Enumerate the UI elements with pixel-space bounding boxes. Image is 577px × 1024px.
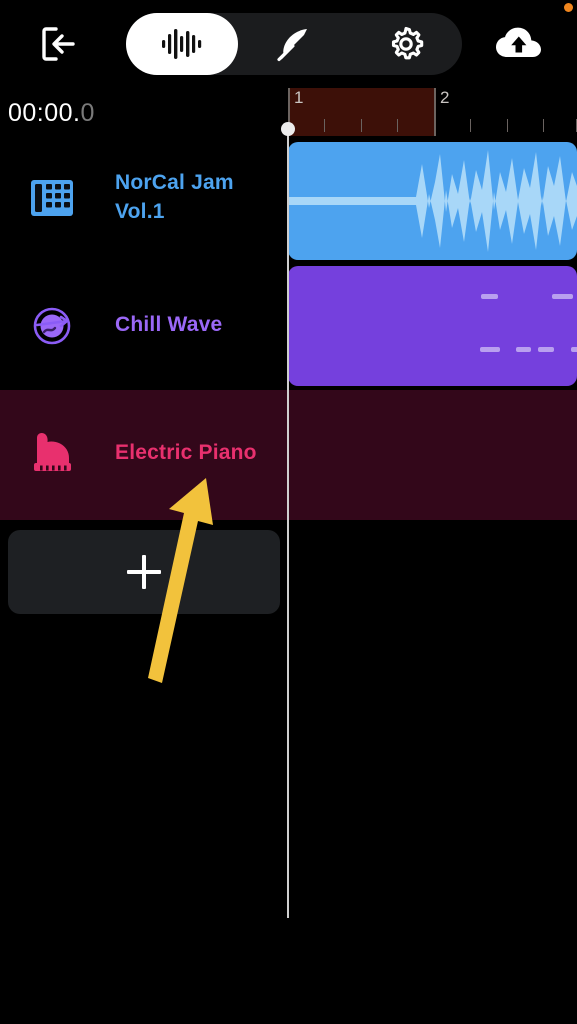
top-toolbar <box>0 0 577 88</box>
timecode-display: 00:00. 0 <box>8 96 268 130</box>
cloud-upload-button[interactable] <box>491 20 547 68</box>
ruler-tick <box>543 119 544 132</box>
midi-note <box>571 347 577 352</box>
tab-compose[interactable] <box>238 13 350 75</box>
timecode-main: 00:00. <box>8 98 81 127</box>
midi-note <box>480 347 500 352</box>
timeline-ruler[interactable]: 1 2 <box>288 88 577 136</box>
sampler-grid-icon <box>26 172 78 224</box>
playhead-handle[interactable] <box>281 122 295 136</box>
ruler-tick <box>397 119 398 132</box>
ruler-tick <box>470 119 471 132</box>
audio-clip[interactable] <box>288 142 577 260</box>
exit-button[interactable] <box>28 20 90 68</box>
bar-line-2 <box>434 88 436 136</box>
bar-number-1: 1 <box>294 88 304 107</box>
timecode-fraction: 0 <box>80 98 95 127</box>
grand-piano-icon <box>26 428 78 480</box>
playhead-line[interactable] <box>287 128 289 923</box>
cloud-upload-icon <box>496 27 541 57</box>
add-track-button[interactable] <box>8 530 280 614</box>
bar-number-2: 2 <box>440 88 450 107</box>
synth-circle-icon <box>26 300 78 352</box>
feather-quill-icon <box>277 29 307 62</box>
track-name: Electric Piano <box>115 441 257 464</box>
midi-note <box>516 347 531 352</box>
track-name: Chill Wave <box>115 313 223 336</box>
transport-toolbar <box>0 918 577 1024</box>
waveform-graphic <box>288 150 577 252</box>
ruler-tick <box>507 119 508 132</box>
plus-icon-vertical <box>142 555 146 589</box>
status-dot <box>564 3 573 12</box>
midi-note <box>538 347 554 352</box>
exit-door-icon <box>42 27 75 61</box>
ruler-tick <box>324 119 325 132</box>
midi-note <box>481 294 498 299</box>
gear-icon <box>391 26 424 60</box>
daw-app-root: 00:00. 0 1 2 NorCal Jam Vol.1 Chill Wave… <box>0 0 577 1024</box>
waveform-icon <box>162 29 202 59</box>
track-name: NorCal Jam Vol.1 <box>115 171 234 223</box>
view-mode-segmented-control <box>126 13 462 75</box>
midi-clip[interactable] <box>288 266 577 386</box>
midi-note <box>552 294 573 299</box>
tab-tracks[interactable] <box>126 13 238 75</box>
ruler-tick <box>361 119 362 132</box>
tab-settings[interactable] <box>350 13 462 75</box>
